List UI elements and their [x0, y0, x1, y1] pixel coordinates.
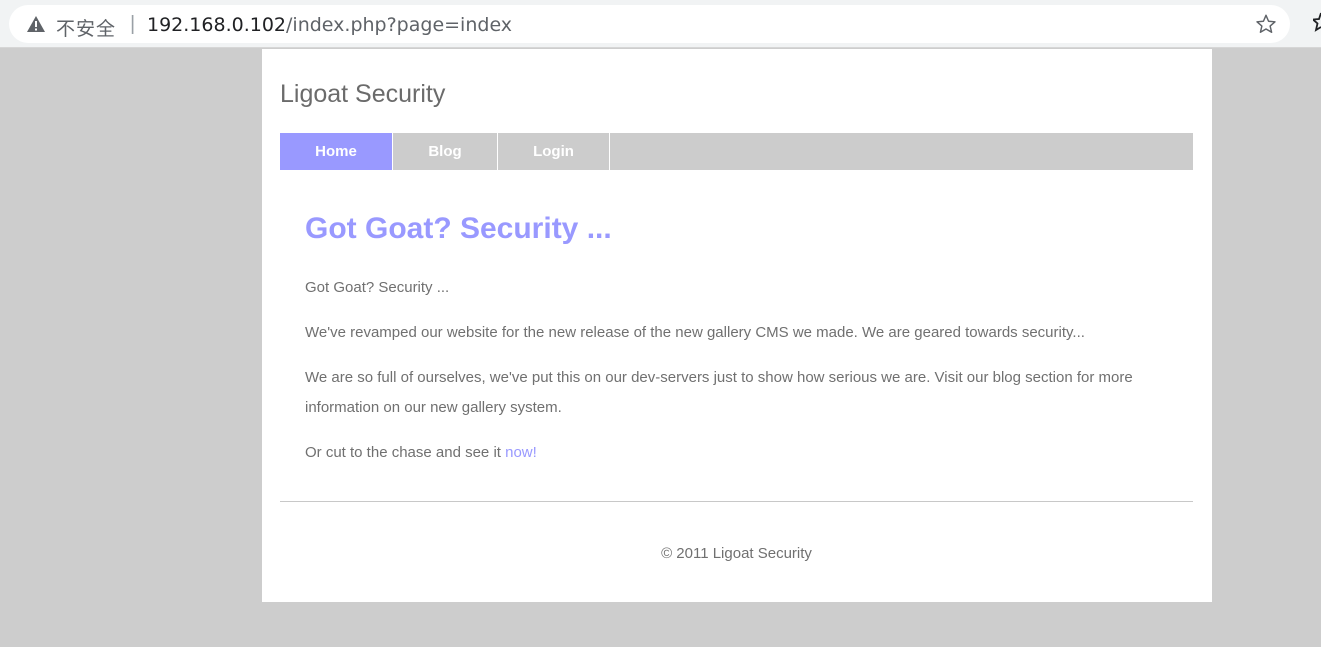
nav-item-home[interactable]: Home	[280, 133, 393, 170]
revamp-paragraph: We've revamped our website for the new r…	[305, 324, 1085, 341]
footer-divider	[280, 501, 1193, 502]
cta-text: Or cut to the chase and see it	[305, 444, 506, 461]
url-path: /index.php?page=index	[286, 14, 513, 36]
page-heading: Got Goat? Security ...	[305, 212, 612, 245]
footer-copyright: © 2011 Ligoat Security	[661, 545, 812, 562]
intro-paragraph: Got Goat? Security ...	[305, 279, 450, 296]
now-link[interactable]: now!	[505, 444, 537, 461]
main-nav: Home Blog Login	[280, 133, 1193, 170]
bookmark-star-icon[interactable]	[1255, 13, 1277, 35]
extension-star-icon[interactable]	[1313, 12, 1321, 34]
main-content: Got Goat? Security ... Got Goat? Securit…	[305, 209, 1165, 483]
url-separator: |	[130, 13, 136, 35]
browser-toolbar: 不安全 | 192.168.0.102/index.php?page=index	[0, 0, 1321, 48]
cta-paragraph: Or cut to the chase and see it now!	[305, 438, 1165, 468]
url-host: 192.168.0.102	[147, 14, 287, 36]
address-bar[interactable]: 不安全 | 192.168.0.102/index.php?page=index	[9, 5, 1290, 43]
url-text[interactable]: 192.168.0.102/index.php?page=index	[147, 14, 512, 36]
nav-item-login[interactable]: Login	[498, 133, 610, 170]
security-status-label[interactable]: 不安全	[56, 14, 116, 41]
page-container: Ligoat Security Home Blog Login Got Goat…	[262, 49, 1212, 602]
site-title: Ligoat Security	[280, 80, 446, 108]
dev-servers-paragraph: We are so full of ourselves, we've put t…	[305, 369, 1133, 416]
warning-icon[interactable]	[26, 15, 46, 33]
nav-item-blog[interactable]: Blog	[393, 133, 498, 170]
